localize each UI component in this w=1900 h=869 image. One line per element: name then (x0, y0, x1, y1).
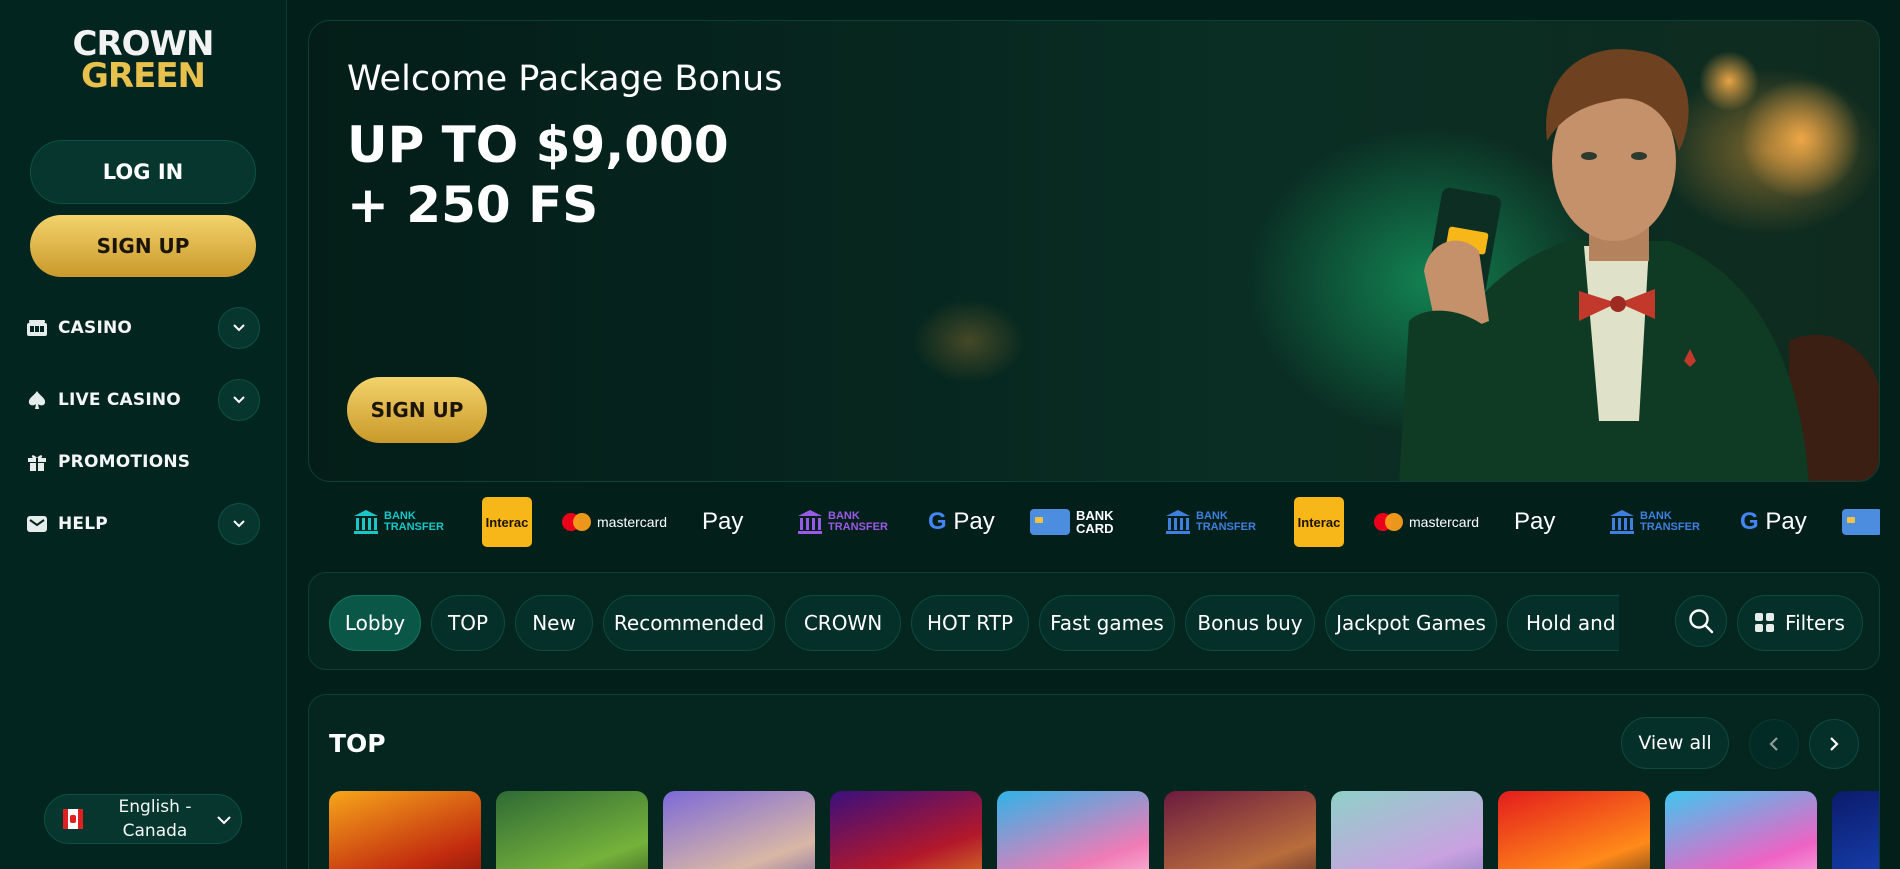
google-pay-label: Pay (1765, 508, 1807, 535)
sidebar-item-promotions[interactable]: PROMOTIONS (26, 438, 260, 486)
apple-pay-label: Pay (702, 508, 744, 535)
category-chip-bonus-buy[interactable]: Bonus buy (1185, 595, 1315, 651)
bank-line-2: TRANSFER (1196, 521, 1256, 533)
brand-line-2: GREEN (81, 56, 206, 96)
mastercard-logo: mastercard (562, 498, 667, 546)
game-tile[interactable] (1665, 791, 1817, 869)
apple-pay-label: Pay (1514, 508, 1556, 535)
bank-card-logo: BANK CARD (1030, 498, 1114, 546)
hero-title: Welcome Package Bonus (347, 59, 783, 99)
brand-logo[interactable]: CROWN GREEN (68, 27, 218, 98)
google-g-icon: G (1740, 508, 1759, 535)
top-games-section: TOP View all (308, 694, 1880, 869)
category-chip-top[interactable]: TOP (431, 595, 505, 651)
mastercard-label: mastercard (597, 514, 668, 530)
category-chip-recommended[interactable]: Recommended (603, 595, 775, 651)
google-pay-logo: G Pay (1740, 498, 1807, 546)
credit-card-icon (1030, 509, 1070, 535)
carousel-next-button[interactable] (1809, 719, 1859, 769)
credit-card-icon (1842, 509, 1880, 535)
mail-icon (26, 513, 48, 535)
google-pay-label: Pay (953, 508, 995, 535)
category-chips: Lobby TOP New Recommended CROWN HOT RTP … (329, 595, 1619, 651)
category-chip-fast-games[interactable]: Fast games (1039, 595, 1175, 651)
interac-logo: Interac (1294, 497, 1344, 547)
apple-pay-logo: Pay (1514, 498, 1555, 546)
filters-label: Filters (1785, 611, 1845, 635)
bank-line-2: TRANSFER (828, 521, 888, 533)
sidebar-item-live-casino[interactable]: LIVE CASINO (26, 376, 260, 424)
google-g-icon: G (928, 508, 947, 535)
category-chip-hot-rtp[interactable]: HOT RTP (911, 595, 1029, 651)
carousel-prev-button[interactable] (1749, 719, 1799, 769)
sidebar-item-help[interactable]: HELP (26, 500, 260, 548)
apple-pay-logo: Pay (702, 498, 743, 546)
chevron-left-icon (1769, 737, 1778, 751)
hero-illustration (1399, 49, 1879, 481)
category-chip-hold-and-win[interactable]: Hold and (1507, 595, 1619, 651)
bank-line-2: TRANSFER (1640, 521, 1700, 533)
chevron-down-icon (217, 810, 231, 829)
chevron-down-icon[interactable] (218, 379, 260, 421)
game-tile[interactable] (663, 791, 815, 869)
category-chip-new[interactable]: New (515, 595, 593, 651)
view-all-button[interactable]: View all (1621, 717, 1729, 769)
game-tile[interactable] (830, 791, 982, 869)
category-chip-jackpot-games[interactable]: Jackpot Games (1325, 595, 1497, 651)
interac-label: Interac (482, 497, 532, 547)
bank-transfer-logo: BANK TRANSFER (1608, 498, 1700, 546)
bank-transfer-logo: BANK TRANSFER (352, 498, 444, 546)
sidebar-item-label: CASINO (58, 318, 133, 338)
chevron-down-icon[interactable] (218, 503, 260, 545)
game-tile[interactable] (1832, 791, 1879, 869)
sidebar: CROWN GREEN LOG IN SIGN UP CASINO LIVE C… (0, 0, 287, 869)
search-button[interactable] (1675, 595, 1727, 647)
gift-icon (26, 451, 48, 473)
canada-flag-icon (63, 809, 83, 829)
bank-line-2: TRANSFER (384, 521, 444, 533)
bank-card-logo (1842, 498, 1880, 546)
sidebar-item-label: HELP (58, 514, 108, 534)
mastercard-logo: mastercard (1374, 498, 1479, 546)
sidebar-item-label: LIVE CASINO (58, 390, 181, 410)
chevron-down-icon[interactable] (218, 307, 260, 349)
mastercard-label: mastercard (1409, 514, 1480, 530)
hero-signup-button[interactable]: SIGN UP (347, 377, 487, 443)
hero-offer-line-2: + 250 FS (347, 176, 599, 234)
hero-offer: UP TO $9,000 + 250 FS (347, 115, 847, 235)
game-tile[interactable] (1331, 791, 1483, 869)
bank-transfer-logo: BANK TRANSFER (796, 498, 888, 546)
game-tile[interactable] (329, 791, 481, 869)
spade-icon (26, 389, 48, 411)
game-tile[interactable] (1498, 791, 1650, 869)
language-selector[interactable]: English - Canada (44, 794, 242, 844)
search-icon (1689, 609, 1714, 634)
casino-icon (26, 317, 48, 339)
category-chip-lobby[interactable]: Lobby (329, 595, 421, 651)
card-line-2: CARD (1076, 521, 1114, 536)
grid-icon (1755, 613, 1775, 632)
category-bar: Lobby TOP New Recommended CROWN HOT RTP … (308, 572, 1880, 670)
sidebar-item-casino[interactable]: CASINO (26, 304, 260, 352)
google-pay-logo: G Pay (928, 498, 995, 546)
bank-transfer-logo: BANK TRANSFER (1164, 498, 1256, 546)
hero-offer-line-1: UP TO $9,000 (347, 116, 729, 174)
login-button[interactable]: LOG IN (30, 140, 256, 204)
language-label: English - Canada (118, 797, 192, 841)
sidebar-item-label: PROMOTIONS (58, 452, 191, 472)
game-tile[interactable] (496, 791, 648, 869)
category-chip-crown[interactable]: CROWN (785, 595, 901, 651)
chevron-right-icon (1830, 737, 1839, 751)
game-tile[interactable] (1164, 791, 1316, 869)
interac-label: Interac (1294, 497, 1344, 547)
game-tile[interactable] (997, 791, 1149, 869)
signup-button[interactable]: SIGN UP (30, 215, 256, 277)
hero-banner: Welcome Package Bonus UP TO $9,000 + 250… (308, 20, 1880, 482)
interac-logo: Interac (482, 497, 532, 547)
section-title: TOP (329, 729, 386, 758)
filters-button[interactable]: Filters (1737, 595, 1863, 651)
payment-methods-strip: BANK TRANSFER Interac mastercard Pay BANK… (308, 492, 1880, 552)
